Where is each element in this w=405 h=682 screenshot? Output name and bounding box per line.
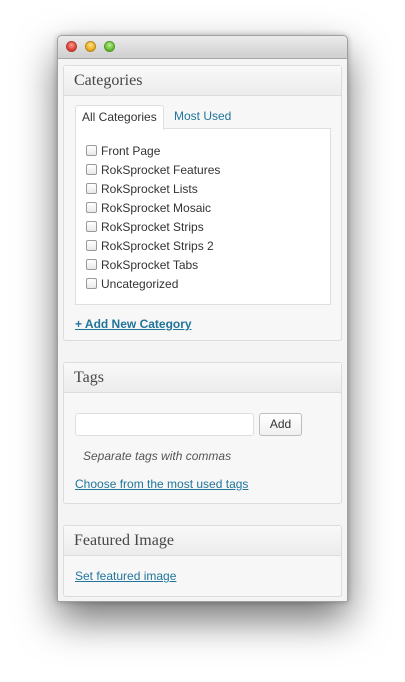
category-list-panel: Front Page RokSprocket Features RokSproc… <box>75 128 331 305</box>
category-checkbox[interactable] <box>86 221 97 232</box>
choose-most-used-tags-link[interactable]: Choose from the most used tags <box>75 477 248 491</box>
tab-all-categories[interactable]: All Categories <box>75 105 164 130</box>
category-checkbox[interactable] <box>86 240 97 251</box>
category-item: RokSprocket Strips <box>86 217 220 236</box>
category-item: RokSprocket Strips 2 <box>86 236 220 255</box>
tag-input[interactable] <box>75 413 254 436</box>
title-bar <box>58 36 347 59</box>
add-new-category-link[interactable]: + Add New Category <box>75 317 192 331</box>
category-label[interactable]: RokSprocket Mosaic <box>101 201 211 215</box>
category-checkbox[interactable] <box>86 278 97 289</box>
category-label[interactable]: RokSprocket Features <box>101 163 220 177</box>
sidebar-content: Categories All Categories Most Used Fron… <box>58 59 347 601</box>
tags-box: Tags Add Separate tags with commas Choos… <box>63 362 342 504</box>
category-label[interactable]: RokSprocket Lists <box>101 182 198 196</box>
tags-title: Tags <box>64 363 341 393</box>
featured-image-box: Featured Image Set featured image <box>63 525 342 597</box>
category-label[interactable]: RokSprocket Strips <box>101 220 204 234</box>
category-label[interactable]: RokSprocket Strips 2 <box>101 239 214 253</box>
category-checkbox[interactable] <box>86 183 97 194</box>
category-checkbox[interactable] <box>86 202 97 213</box>
category-checkbox[interactable] <box>86 164 97 175</box>
tags-hint: Separate tags with commas <box>83 449 232 463</box>
category-item: RokSprocket Features <box>86 160 220 179</box>
category-checkbox[interactable] <box>86 259 97 270</box>
category-label[interactable]: RokSprocket Tabs <box>101 258 198 272</box>
category-item: RokSprocket Tabs <box>86 255 220 274</box>
category-list: Front Page RokSprocket Features RokSproc… <box>86 141 220 293</box>
category-item: RokSprocket Lists <box>86 179 220 198</box>
minimize-window-button[interactable] <box>85 41 96 52</box>
zoom-window-button[interactable] <box>104 41 115 52</box>
categories-box: Categories All Categories Most Used Fron… <box>63 65 342 341</box>
category-label[interactable]: Front Page <box>101 144 160 158</box>
category-label[interactable]: Uncategorized <box>101 277 178 291</box>
featured-image-title: Featured Image <box>64 526 341 556</box>
add-tag-button[interactable]: Add <box>259 413 302 436</box>
categories-title: Categories <box>64 66 341 96</box>
close-window-button[interactable] <box>66 41 77 52</box>
category-item: Uncategorized <box>86 274 220 293</box>
set-featured-image-link[interactable]: Set featured image <box>75 569 176 583</box>
app-window: Categories All Categories Most Used Fron… <box>57 35 348 602</box>
tab-most-used[interactable]: Most Used <box>168 105 237 129</box>
category-item: Front Page <box>86 141 220 160</box>
category-item: RokSprocket Mosaic <box>86 198 220 217</box>
category-checkbox[interactable] <box>86 145 97 156</box>
